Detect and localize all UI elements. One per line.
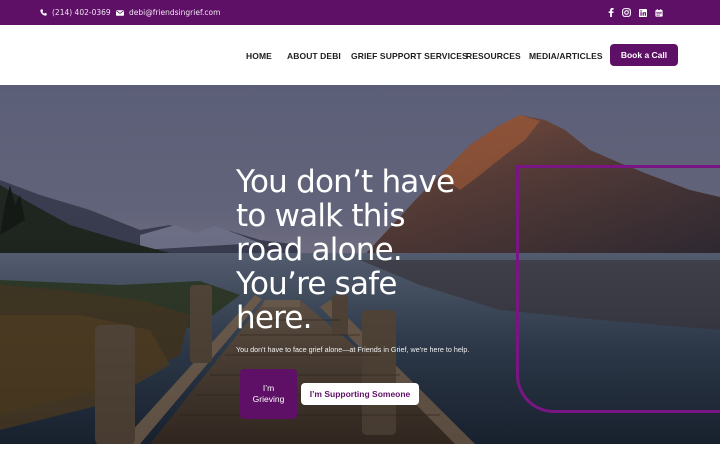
instagram-icon[interactable]: [622, 8, 631, 17]
phone-number: (214) 402-0369: [52, 8, 111, 17]
decorative-frame: [516, 165, 720, 413]
facebook-icon[interactable]: [606, 8, 615, 17]
hero-headline: You don’t have to walk this road alone. …: [236, 164, 455, 336]
nav-about-debi[interactable]: ABOUT DEBI: [287, 51, 341, 61]
nav-grief-support-services[interactable]: GRIEF SUPPORT SERVICES: [351, 51, 468, 61]
nav-home[interactable]: HOME: [246, 51, 272, 61]
book-a-call-button[interactable]: Book a Call: [610, 44, 678, 66]
social-links: [606, 0, 663, 25]
phone-icon: [40, 9, 47, 16]
email-address: debi@friendsingrief.com: [129, 8, 221, 17]
im-supporting-someone-button[interactable]: I’m Supporting Someone: [301, 383, 419, 405]
envelope-icon: [116, 9, 124, 16]
nav-media-articles[interactable]: MEDIA/ARTICLES: [529, 51, 603, 61]
hero-section: You don’t have to walk this road alone. …: [0, 85, 720, 444]
top-contact-bar: (214) 402-0369 debi@friendsingrief.com: [0, 0, 720, 25]
nav-resources[interactable]: RESOURCES: [466, 51, 521, 61]
im-grieving-button[interactable]: I’m Grieving: [240, 369, 297, 419]
linkedin-icon[interactable]: [638, 8, 647, 17]
site-header: HOME ABOUT DEBI GRIEF SUPPORT SERVICES R…: [0, 25, 720, 85]
hero-subtext: You don't have to face grief alone—at Fr…: [236, 345, 470, 354]
email-contact[interactable]: debi@friendsingrief.com: [116, 0, 220, 25]
calendar-icon[interactable]: [654, 8, 663, 17]
page-bottom-edge: [0, 444, 720, 450]
phone-contact[interactable]: (214) 402-0369: [40, 0, 111, 25]
